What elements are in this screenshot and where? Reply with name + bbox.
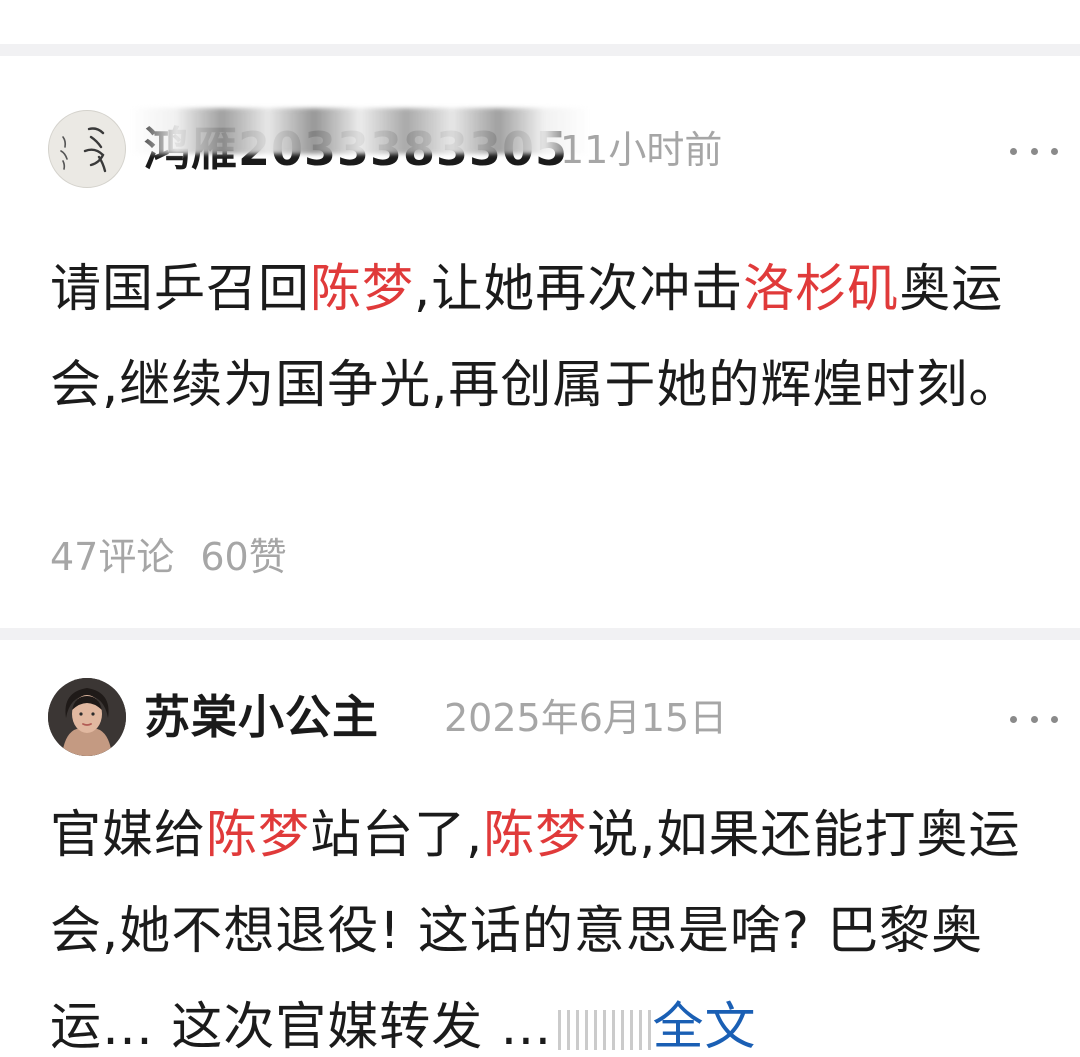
feed-divider [0,628,1080,640]
more-horizontal-icon[interactable] [1010,704,1058,734]
keyword-highlight[interactable]: 陈梦 [483,806,587,865]
feed-post[interactable]: 鸿雁2033383305 11小时前 请国乒召回陈梦,让她再次冲击洛杉矶奥运会,… [0,56,1080,628]
portrait-avatar-image [48,678,126,756]
post-stats: 47评论 60赞 [50,526,313,581]
keyword-highlight[interactable]: 洛杉矶 [743,260,899,319]
post-content[interactable]: 请国乒召回陈梦,让她再次冲击洛杉矶奥运会,继续为国争光,再创属于她的辉煌时刻。 [50,242,1040,434]
post-header: 鸿雁2033383305 11小时前 [48,108,1058,190]
post-header: 苏棠小公主 2025年6月15日 [48,678,1058,758]
content-text: ,让她再次冲击 [414,260,744,319]
post-timestamp: 11小时前 [560,128,723,172]
keyword-highlight[interactable]: 陈梦 [310,260,414,319]
watermark-overlay [552,1010,653,1050]
more-horizontal-icon[interactable] [1010,136,1058,166]
content-text: 请国乒召回 [50,260,311,319]
full-text-link[interactable]: 全文 [652,998,756,1057]
keyword-highlight[interactable]: 陈梦 [206,806,310,865]
feed-divider [0,44,1080,56]
like-count[interactable]: 60赞 [200,535,286,579]
post-content[interactable]: 官媒给陈梦站台了,陈梦说,如果还能打奥运会,她不想退役! 这话的意思是啥? 巴黎… [50,788,1040,1057]
feed-post[interactable]: 苏棠小公主 2025年6月15日 官媒给陈梦站台了,陈梦说,如果还能打奥运会,她… [0,640,1080,1057]
content-text: 官媒给 [50,806,207,865]
avatar[interactable] [48,678,126,756]
avatar[interactable] [48,110,126,188]
calligraphy-avatar-image [60,127,107,173]
post-timestamp: 2025年6月15日 [444,696,728,740]
username-mosaic [130,108,590,154]
comment-count[interactable]: 47评论 [50,535,174,579]
username[interactable]: 苏棠小公主 [144,686,379,748]
content-text: 站台了, [310,806,484,865]
top-spacer [0,0,1080,44]
